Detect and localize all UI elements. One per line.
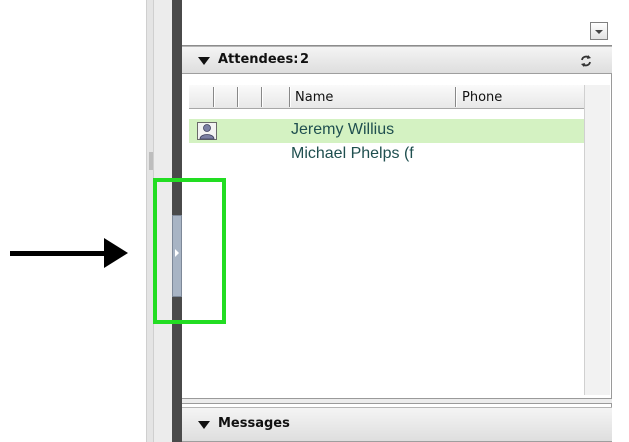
column-separator[interactable] (455, 87, 456, 107)
column-separator[interactable] (237, 87, 238, 107)
column-separator[interactable] (213, 87, 214, 107)
attendees-count: 2 (300, 52, 310, 67)
column-header: Name Phone (189, 85, 584, 109)
attendees-header[interactable]: Attendees: 2 (182, 46, 612, 74)
user-icon (197, 122, 217, 140)
column-separator[interactable] (261, 87, 262, 107)
highlight-box (153, 178, 226, 324)
column-phone-header[interactable]: Phone (462, 90, 502, 105)
attendees-title: Attendees: (218, 52, 299, 67)
column-separator[interactable] (289, 87, 290, 107)
column-name-header[interactable]: Name (295, 90, 333, 105)
vertical-scrollbar[interactable] (584, 85, 610, 395)
collapse-triangle-icon[interactable] (198, 57, 210, 65)
attendee-list: Name Phone Jeremy Willius Michael Phelps… (189, 85, 584, 395)
rail-grip[interactable] (149, 152, 153, 170)
section-splitter[interactable] (182, 398, 612, 404)
refresh-icon[interactable] (579, 54, 593, 68)
arrow-head-icon (104, 238, 128, 268)
attendee-name: Jeremy Willius (291, 121, 395, 138)
attendee-name: Michael Phelps (f (291, 145, 414, 162)
attendee-row[interactable]: Jeremy Willius (189, 119, 584, 143)
attendees-panel: Attendees: 2 Name Phone Jeremy Willius M… (182, 0, 612, 442)
attendee-row[interactable]: Michael Phelps (f (189, 143, 584, 167)
top-area (182, 0, 612, 46)
pointer-arrow (10, 251, 106, 256)
chevron-down-icon (595, 30, 603, 34)
messages-header[interactable]: Messages (182, 407, 612, 442)
collapse-triangle-icon[interactable] (198, 421, 210, 429)
dropdown-button[interactable] (590, 22, 608, 40)
messages-title: Messages (218, 416, 290, 431)
